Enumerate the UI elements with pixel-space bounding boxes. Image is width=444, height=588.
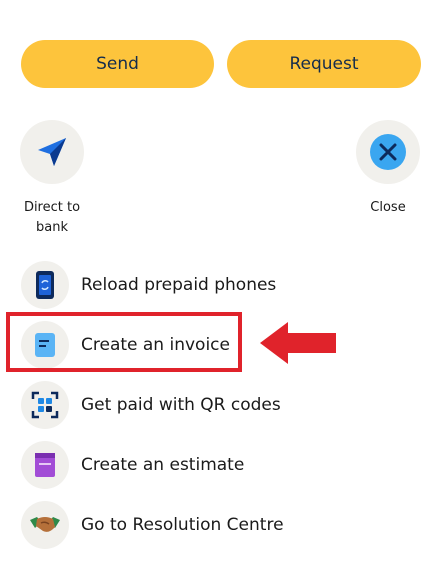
direct-to-bank-label-line2: bank xyxy=(36,220,68,235)
list-item-resolution-centre[interactable]: Go to Resolution Centre xyxy=(21,500,284,550)
list-item-label: Get paid with QR codes xyxy=(81,395,281,415)
list-item-icon-circle xyxy=(21,261,69,309)
direct-to-bank-label-line1: Direct to xyxy=(23,200,81,215)
list-item-icon-circle xyxy=(21,381,69,429)
annotation-arrow-icon xyxy=(260,322,336,364)
list-item-label: Reload prepaid phones xyxy=(81,275,277,295)
close-label: Close xyxy=(370,200,406,215)
list-item-create-estimate[interactable]: Create an estimate xyxy=(21,440,244,490)
handshake-icon xyxy=(30,517,60,532)
request-button[interactable]: Request xyxy=(227,40,421,88)
list-item-icon-circle xyxy=(21,441,69,489)
direct-to-bank-label: Direct to bank xyxy=(12,198,92,238)
request-button-label: Request xyxy=(289,54,359,74)
close-icon xyxy=(370,134,406,170)
invoice-icon xyxy=(35,333,55,357)
list-item-label: Create an estimate xyxy=(81,455,245,475)
phone-reload-icon xyxy=(36,271,54,299)
list-item-reload-prepaid-phones[interactable]: Reload prepaid phones xyxy=(21,260,276,310)
send-button[interactable]: Send xyxy=(21,40,214,88)
list-item-icon-circle xyxy=(21,501,69,549)
qr-code-icon xyxy=(31,391,59,419)
close-action[interactable]: Close xyxy=(348,120,428,218)
paper-plane-icon xyxy=(38,138,66,166)
list-item-label: Create an invoice xyxy=(81,335,230,355)
estimate-icon xyxy=(35,453,55,477)
list-item-label: Go to Resolution Centre xyxy=(81,515,284,535)
direct-to-bank-circle[interactable] xyxy=(20,120,84,184)
list-item-icon-circle xyxy=(21,321,69,369)
list-item-create-invoice[interactable]: Create an invoice xyxy=(21,320,230,370)
list-item-qr-codes[interactable]: Get paid with QR codes xyxy=(21,380,281,430)
send-button-label: Send xyxy=(96,54,139,74)
close-circle[interactable] xyxy=(356,120,420,184)
direct-to-bank-action[interactable]: Direct to bank xyxy=(12,120,92,238)
